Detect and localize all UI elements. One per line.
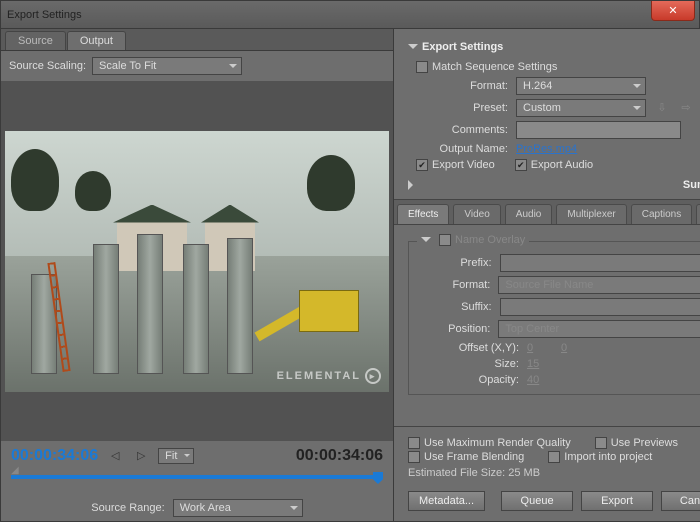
window-title: Export Settings [7,9,82,21]
max-render-checkbox[interactable]: Use Maximum Render Quality [408,437,571,449]
output-name-link[interactable]: ProRes.mp4 [516,143,577,155]
name-overlay-group: Name Overlay Prefix: Format: Source File… [408,241,700,395]
overlay-position-dropdown: Top Center [498,320,700,338]
estimated-size: 25 MB [508,467,540,479]
tab-captions[interactable]: Captions [631,204,692,224]
playhead-icon[interactable] [373,472,383,484]
in-timecode[interactable]: 00:00:34:06 [11,447,98,465]
tab-audio[interactable]: Audio [505,204,553,224]
close-icon: ✕ [668,5,677,17]
source-range-dropdown[interactable]: Work Area [173,499,303,517]
zoom-fit-dropdown[interactable]: Fit [158,448,194,464]
titlebar: Export Settings ✕ [1,1,699,29]
source-range-label: Source Range: [91,502,164,514]
export-settings-header[interactable]: Export Settings [408,37,700,57]
tab-output[interactable]: Output [67,31,126,50]
frame-blending-checkbox[interactable]: Use Frame Blending [408,451,524,463]
use-previews-checkbox[interactable]: Use Previews [595,437,678,449]
export-button[interactable]: Export [581,491,653,511]
queue-button[interactable]: Queue [501,491,573,511]
preset-dropdown[interactable]: Custom [516,99,646,117]
tab-video[interactable]: Video [453,204,500,224]
comments-input[interactable] [516,121,681,139]
next-frame-icon[interactable]: ▷ [132,449,150,463]
summary-header[interactable]: Summary [408,175,700,195]
cancel-button[interactable]: Cancel [661,491,700,511]
export-video-checkbox[interactable]: ✔Export Video [416,159,495,171]
settings-tabs: Effects Video Audio Multiplexer Captions… [394,199,700,225]
close-button[interactable]: ✕ [651,1,695,21]
export-audio-checkbox[interactable]: ✔Export Audio [515,159,593,171]
chevron-down-icon[interactable] [421,237,431,247]
overlay-opacity: 40 [527,374,553,386]
import-project-checkbox[interactable]: Import into project [548,451,652,463]
overlay-suffix-input [500,298,700,316]
settings-pane: Export Settings Match Sequence Settings … [394,29,700,521]
tab-source[interactable]: Source [5,31,66,50]
chevron-down-icon [408,44,418,54]
overlay-prefix-input [500,254,700,272]
render-options: Use Maximum Render Quality Use Previews … [394,426,700,483]
overlay-format-dropdown: Source File Name [498,276,700,294]
timeline[interactable]: ◢ [1,471,393,495]
metadata-button[interactable]: Metadata... [408,491,485,511]
save-preset-icon[interactable]: ⇩ [654,100,670,116]
video-preview: ELEMENTAL▸ [5,131,389,392]
preview-pane: Source Output Source Scaling: Scale To F… [1,29,394,521]
match-sequence-checkbox[interactable]: Match Sequence Settings [416,61,557,73]
prev-frame-icon[interactable]: ◁ [106,449,124,463]
overlay-size: 15 [527,358,553,370]
chevron-right-icon [408,180,679,190]
tab-ftp[interactable]: FTP [696,204,700,224]
import-preset-icon[interactable]: ⇨ [678,100,694,116]
overlay-offset-x: 0 [527,342,553,354]
tab-multiplexer[interactable]: Multiplexer [556,204,626,224]
tab-effects[interactable]: Effects [397,204,449,224]
name-overlay-checkbox[interactable]: Name Overlay [439,234,525,246]
out-timecode[interactable]: 00:00:34:06 [296,447,383,465]
source-scaling-dropdown[interactable]: Scale To Fit [92,57,242,75]
source-scaling-label: Source Scaling: [9,60,86,72]
format-dropdown[interactable]: H.264 [516,77,646,95]
overlay-offset-y: 0 [561,342,587,354]
